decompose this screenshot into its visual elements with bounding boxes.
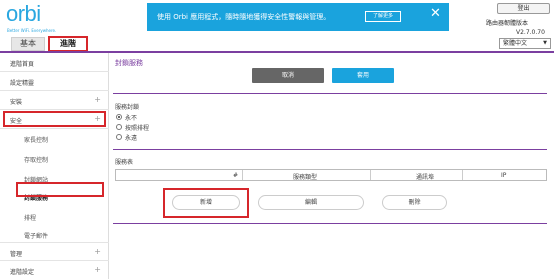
- sidebar-subitem-label: 排程: [24, 215, 37, 222]
- column-divider: [242, 170, 243, 180]
- banner-text: 使用 Orbi 應用程式，隨時隨地獲得安全性警報與管理。: [157, 13, 331, 21]
- sidebar-subitem-label: 家長控制: [24, 137, 49, 144]
- sidebar-item-setup[interactable]: 安裝 +: [0, 91, 109, 110]
- highlight-security: [3, 111, 106, 127]
- section-divider: [113, 93, 547, 94]
- sidebar: 進階首頁 設定精靈 安裝 + 安全 + 家長控制 存取控制 封鎖網站 封鎖服務 …: [0, 53, 109, 279]
- delete-button[interactable]: 刪除: [382, 195, 447, 210]
- option-label: 永不: [125, 115, 138, 122]
- highlight-add-button: [163, 188, 249, 218]
- sidebar-subitem-schedule[interactable]: 排程: [0, 207, 109, 226]
- column-header-index: #: [233, 172, 239, 179]
- cancel-button[interactable]: 取消: [252, 68, 324, 83]
- section-divider: [113, 149, 547, 150]
- apply-button[interactable]: 套用: [332, 68, 394, 83]
- tab-basic[interactable]: 基本: [11, 37, 45, 51]
- column-header-ip: IP: [501, 172, 507, 179]
- expand-icon[interactable]: +: [94, 265, 101, 274]
- sidebar-item-advanced-home[interactable]: 進階首頁: [0, 53, 109, 72]
- expand-icon[interactable]: +: [94, 95, 101, 104]
- learn-more-button[interactable]: 了解更多: [365, 11, 401, 22]
- section-divider: [113, 223, 547, 224]
- sidebar-subitem-label: 電子郵件: [24, 233, 49, 240]
- sidebar-item-setup-wizard[interactable]: 設定精靈: [0, 72, 109, 91]
- column-header-port: 通訊埠: [416, 174, 435, 181]
- sidebar-item-label: 管理: [10, 251, 23, 258]
- radio-selected-icon[interactable]: [116, 114, 122, 120]
- page-title: 封鎖服務: [115, 59, 143, 67]
- option-label: 按照排程: [125, 125, 150, 132]
- sidebar-item-administration[interactable]: 管理 +: [0, 242, 109, 261]
- sidebar-item-label: 設定精靈: [10, 80, 35, 87]
- highlight-block-services: [16, 182, 104, 197]
- option-label: 永遠: [125, 135, 138, 142]
- logo-tagline: Better WiFi. Everywhere.: [7, 28, 57, 33]
- service-table-header: # 服務類型 通訊埠 IP: [115, 169, 547, 181]
- language-value: 繁體中文: [503, 40, 528, 47]
- firmware-label: 路由器韌體版本: [486, 20, 529, 27]
- column-divider: [370, 170, 371, 180]
- expand-icon[interactable]: +: [94, 247, 101, 256]
- sidebar-subitem-label: 存取控制: [24, 157, 49, 164]
- radio-icon[interactable]: [116, 124, 122, 130]
- column-header-service-type: 服務類型: [293, 174, 318, 181]
- block-services-heading: 服務封鎖: [115, 104, 140, 111]
- language-select[interactable]: 繁體中文 ▼: [499, 38, 551, 49]
- edit-button[interactable]: 編輯: [258, 195, 364, 210]
- logout-button[interactable]: 登出: [497, 3, 550, 14]
- close-icon[interactable]: ✕: [430, 7, 441, 21]
- sidebar-subitem-parental-controls[interactable]: 家長控制: [0, 129, 109, 148]
- app-promo-banner: 使用 Orbi 應用程式，隨時隨地獲得安全性警報與管理。 了解更多 ✕: [147, 3, 449, 31]
- sidebar-item-advanced-setup[interactable]: 進階設定 +: [0, 261, 109, 279]
- firmware-version: V2.7.0.70: [516, 29, 545, 36]
- column-divider: [462, 170, 463, 180]
- sidebar-item-label: 安裝: [10, 99, 23, 106]
- sidebar-subitem-access-control[interactable]: 存取控制: [0, 149, 109, 168]
- tab-advanced[interactable]: 進階: [48, 36, 88, 52]
- sidebar-item-label: 進階首頁: [10, 61, 35, 68]
- chevron-down-icon: ▼: [543, 40, 547, 46]
- radio-icon[interactable]: [116, 134, 122, 140]
- orbi-logo: orbi: [6, 1, 41, 26]
- sidebar-item-label: 進階設定: [10, 269, 35, 276]
- service-table-heading: 服務表: [115, 159, 134, 166]
